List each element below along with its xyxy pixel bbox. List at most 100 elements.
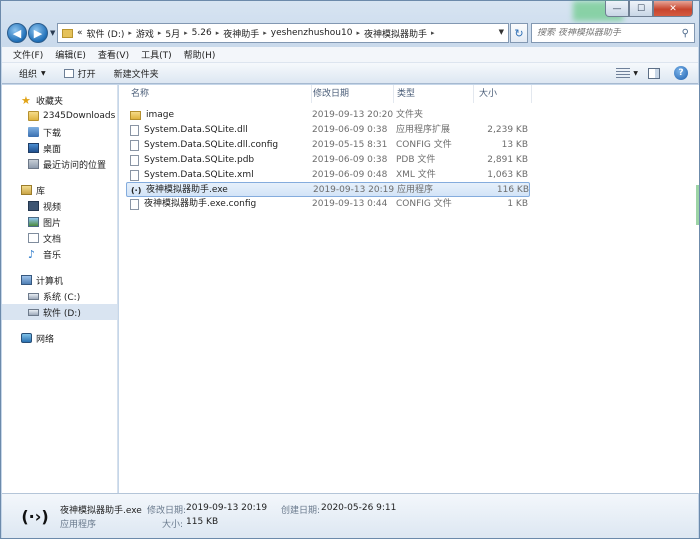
menu-edit[interactable]: 编辑(E) xyxy=(55,48,86,61)
file-name: 夜神模拟器助手.exe xyxy=(146,185,228,195)
file-row[interactable]: 夜神模拟器助手.exe.config 2019-09-13 0:44 CONFI… xyxy=(126,197,530,212)
file-row-image[interactable]: image 2019-09-13 20:20 文件夹 xyxy=(126,108,530,123)
organize-label: 组织 xyxy=(19,69,38,80)
breadcrumb-separator-icon[interactable]: ▸ xyxy=(216,29,220,37)
nav-label: 视频 xyxy=(43,202,62,213)
change-view-icon[interactable] xyxy=(616,67,631,79)
nav-label: 2345Downloads xyxy=(43,111,116,121)
file-list: 名称 修改日期 类型 大小 image 2019-09-13 20:20 文件夹… xyxy=(119,85,699,493)
nav-computer[interactable]: 计算机 xyxy=(2,272,117,288)
details-modified-value: 2019-09-13 20:19 xyxy=(186,503,268,513)
nav-label: 下载 xyxy=(43,128,62,139)
network-icon xyxy=(21,333,32,343)
download-folder-icon xyxy=(28,127,39,137)
view-options-dropdown-icon[interactable]: ▼ xyxy=(633,70,638,77)
nav-label: 图片 xyxy=(43,218,62,229)
forward-button[interactable]: ▶ xyxy=(28,23,48,43)
nav-item-music[interactable]: ♪ 音乐 xyxy=(2,246,117,262)
help-icon[interactable]: ? xyxy=(674,66,688,80)
nav-item-pictures[interactable]: 图片 xyxy=(2,214,117,230)
breadcrumb-item[interactable]: 夜神模拟器助手 xyxy=(364,27,427,40)
breadcrumb-item[interactable]: 5月 xyxy=(165,27,180,40)
back-button[interactable]: ◀ xyxy=(7,23,27,43)
menu-tools[interactable]: 工具(T) xyxy=(141,48,172,61)
file-row-selected[interactable]: (·) 夜神模拟器助手.exe 2019-09-13 20:19 应用程序 116… xyxy=(126,182,530,197)
menu-file[interactable]: 文件(F) xyxy=(13,48,43,61)
file-date: 2019-09-13 20:20 xyxy=(312,110,394,120)
app-exe-icon: (·›) xyxy=(21,507,49,526)
nav-item-drive-d[interactable]: 软件 (D:) xyxy=(2,304,117,320)
file-date: 2019-06-09 0:38 xyxy=(312,125,388,135)
file-row[interactable]: System.Data.SQLite.dll.config 2019-05-15… xyxy=(126,138,530,153)
file-row[interactable]: System.Data.SQLite.pdb 2019-06-09 0:38 P… xyxy=(126,153,530,168)
file-size xyxy=(476,108,528,123)
nav-item-2345downloads[interactable]: 2345Downloads xyxy=(2,108,117,124)
nav-favorites[interactable]: ★ 收藏夹 xyxy=(2,92,117,108)
open-button[interactable]: 打开 xyxy=(63,67,96,80)
organize-button[interactable]: 组织 ▼ xyxy=(19,67,46,80)
file-name: System.Data.SQLite.dll xyxy=(144,125,248,135)
breadcrumb-item[interactable]: 游戏 xyxy=(136,27,154,40)
navigation-row: ◀ ▶ ▼ « 软件 (D:) ▸ 游戏 ▸ 5月 ▸ 5.26 ▸ 夜神助手 … xyxy=(7,21,695,45)
column-header-name[interactable]: 名称 xyxy=(126,85,312,103)
breadcrumb-separator-icon[interactable]: ▸ xyxy=(184,29,188,37)
nav-item-drive-c[interactable]: 系统 (C:) xyxy=(2,288,117,304)
file-size: 2,239 KB xyxy=(487,125,528,135)
close-button[interactable]: ✕ xyxy=(653,1,693,17)
nav-item-desktop[interactable]: 桌面 xyxy=(2,140,117,156)
breadcrumb-separator-icon[interactable]: ▸ xyxy=(128,29,132,37)
caption-buttons: — ☐ ✕ xyxy=(605,1,693,17)
star-icon: ★ xyxy=(21,93,31,107)
details-pane: (·›) 夜神模拟器助手.exe 应用程序 修改日期: 2019-09-13 2… xyxy=(2,493,698,538)
file-name: System.Data.SQLite.xml xyxy=(144,170,254,180)
breadcrumb-separator-icon[interactable]: ▸ xyxy=(158,29,162,37)
file-date: 2019-06-09 0:38 xyxy=(312,155,388,165)
xml-file-icon xyxy=(130,170,139,181)
search-icon[interactable]: ⚲ xyxy=(682,28,689,39)
search-box[interactable]: ⚲ xyxy=(531,23,695,43)
details-size-value: 115 KB xyxy=(186,517,219,527)
breadcrumb-item[interactable]: yeshenzhushou10 xyxy=(271,28,353,38)
nav-item-recent[interactable]: 最近访问的位置 xyxy=(2,156,117,172)
file-date: 2019-06-09 0:48 xyxy=(312,170,388,180)
breadcrumb-separator-icon[interactable]: ▸ xyxy=(263,29,267,37)
file-row[interactable]: System.Data.SQLite.xml 2019-06-09 0:48 X… xyxy=(126,168,530,183)
config-file-icon xyxy=(130,140,139,151)
maximize-button[interactable]: ☐ xyxy=(629,1,653,17)
nav-network[interactable]: 网络 xyxy=(2,330,117,346)
menu-view[interactable]: 查看(V) xyxy=(98,48,129,61)
details-created-value: 2020-05-26 9:11 xyxy=(321,503,397,513)
desktop-icon xyxy=(28,143,39,153)
refresh-icon: ↻ xyxy=(514,26,524,40)
nav-item-videos[interactable]: 视频 xyxy=(2,198,117,214)
details-created-label: 创建日期: xyxy=(281,506,321,516)
refresh-button[interactable]: ↻ xyxy=(510,23,528,43)
breadcrumb-overflow[interactable]: « xyxy=(77,28,83,38)
menu-help[interactable]: 帮助(H) xyxy=(184,48,216,61)
navigation-pane: ★ 收藏夹 2345Downloads 下载 桌面 最近访问的位置 库 视频 图… xyxy=(2,85,118,493)
file-name: image xyxy=(146,110,175,120)
breadcrumb-item[interactable]: 软件 (D:) xyxy=(87,27,125,40)
column-header-type[interactable]: 类型 xyxy=(392,85,474,103)
file-size: 1,063 KB xyxy=(487,170,528,180)
column-header-size[interactable]: 大小 xyxy=(474,85,532,103)
minimize-button[interactable]: — xyxy=(605,1,629,17)
breadcrumb-item[interactable]: 夜神助手 xyxy=(223,27,259,40)
nav-item-documents[interactable]: 文档 xyxy=(2,230,117,246)
breadcrumb-separator-icon[interactable]: ▸ xyxy=(431,29,435,37)
preview-pane-icon[interactable] xyxy=(648,67,660,79)
new-folder-button[interactable]: 新建文件夹 xyxy=(114,67,159,80)
file-row[interactable]: System.Data.SQLite.dll 2019-06-09 0:38 应… xyxy=(126,123,530,138)
recent-pages-dropdown[interactable]: ▼ xyxy=(50,29,55,37)
search-input[interactable] xyxy=(537,28,677,38)
nav-libraries[interactable]: 库 xyxy=(2,182,117,198)
nav-item-downloads[interactable]: 下载 xyxy=(2,124,117,140)
breadcrumb-item[interactable]: 5.26 xyxy=(192,28,212,38)
column-header-date[interactable]: 修改日期 xyxy=(308,85,394,103)
config-file-icon xyxy=(130,199,139,210)
address-dropdown-icon[interactable]: ▼ xyxy=(499,28,504,36)
breadcrumb-separator-icon[interactable]: ▸ xyxy=(356,29,360,37)
nav-label: 网络 xyxy=(36,334,55,345)
address-bar[interactable]: « 软件 (D:) ▸ 游戏 ▸ 5月 ▸ 5.26 ▸ 夜神助手 ▸ yesh… xyxy=(57,23,509,43)
details-modified-label: 修改日期: xyxy=(147,506,187,516)
